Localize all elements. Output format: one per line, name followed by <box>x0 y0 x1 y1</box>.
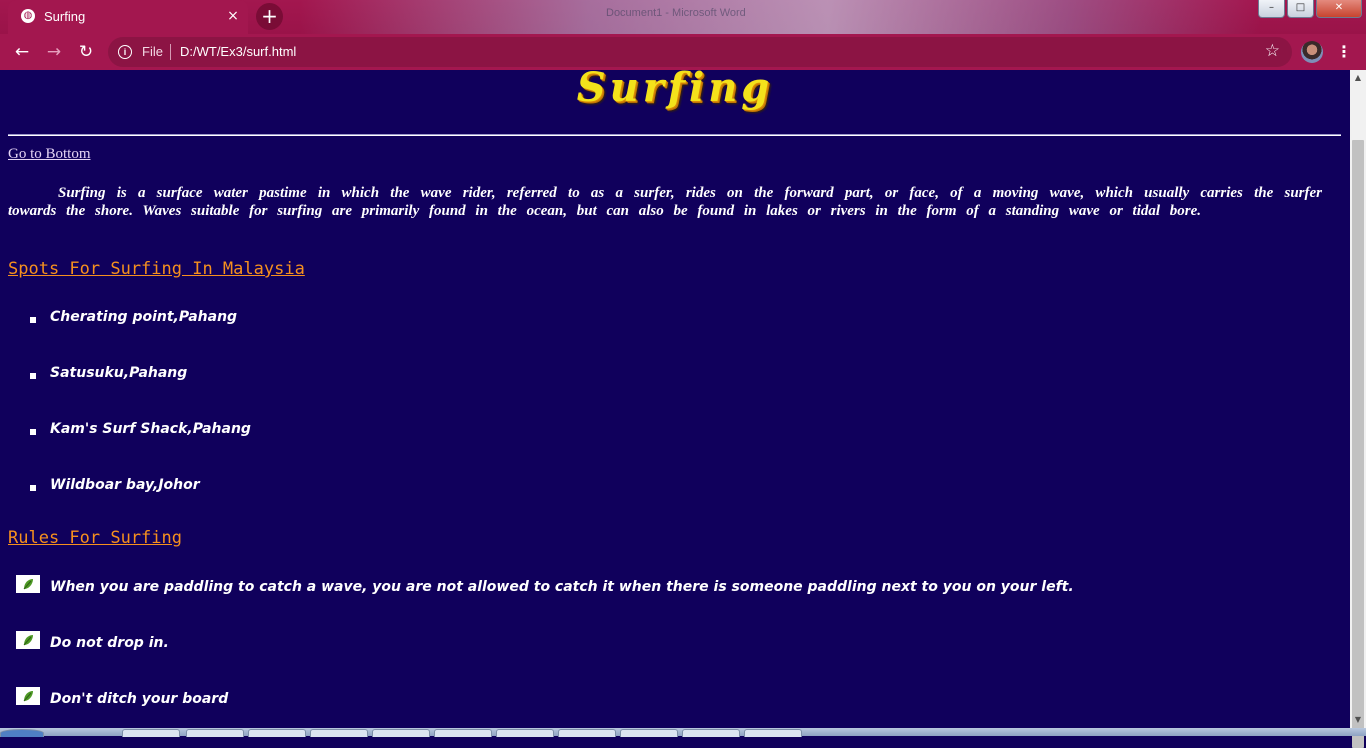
go-to-bottom-link[interactable]: Go to Bottom <box>8 146 91 163</box>
taskbar <box>0 728 1366 737</box>
background-window-title: Document1 - Microsoft Word <box>606 7 746 19</box>
list-item: Don't ditch your board <box>50 691 229 707</box>
bullet-icon <box>30 485 36 491</box>
reload-button[interactable]: ↻ <box>75 41 97 63</box>
bullet-icon <box>30 373 36 379</box>
list-item: Wildboar bay,Johor <box>50 477 200 493</box>
maximize-button[interactable]: □ <box>1287 0 1314 18</box>
leaf-bullet-icon <box>16 631 40 649</box>
tab-surfing[interactable]: ◍ Surfing × <box>8 0 248 34</box>
scroll-up-icon[interactable]: ▲ <box>1350 70 1366 86</box>
list-item: Cherating point,Pahang <box>50 309 238 325</box>
intro-paragraph: Surfing is a surface water pastime in wh… <box>8 185 1322 219</box>
profile-avatar[interactable] <box>1301 41 1323 63</box>
close-tab-icon[interactable]: × <box>224 7 242 25</box>
close-window-button[interactable]: ✕ <box>1316 0 1362 18</box>
scroll-down-icon[interactable]: ▼ <box>1350 712 1366 728</box>
divider <box>170 44 171 60</box>
toolbar: ← → ↻ i File D:/WT/Ex3/surf.html ☆ <box>0 34 1366 70</box>
list-item: When you are paddling to catch a wave, y… <box>50 579 1074 595</box>
globe-icon: ◍ <box>21 9 35 23</box>
forward-button[interactable]: → <box>43 41 65 63</box>
scrollbar-thumb[interactable] <box>1352 140 1364 748</box>
bullet-icon <box>30 317 36 323</box>
info-icon[interactable]: i <box>118 45 132 59</box>
spots-heading[interactable]: Spots For Surfing In Malaysia <box>8 259 305 279</box>
list-item: Kam's Surf Shack,Pahang <box>50 421 251 437</box>
list-item: Do not drop in. <box>50 635 169 651</box>
url-scheme: File <box>142 44 163 59</box>
back-button[interactable]: ← <box>11 41 33 63</box>
minimize-button[interactable]: – <box>1258 0 1285 18</box>
window-controls: – □ ✕ <box>1258 0 1362 18</box>
address-bar[interactable]: i File D:/WT/Ex3/surf.html ☆ <box>108 37 1292 67</box>
leaf-bullet-icon <box>16 575 40 593</box>
bullet-icon <box>30 429 36 435</box>
new-tab-button[interactable]: + <box>256 3 283 30</box>
horizontal-rule <box>8 134 1341 136</box>
leaf-bullet-icon <box>16 687 40 705</box>
window-background <box>300 0 1260 34</box>
menu-icon[interactable]: ⋮ <box>1336 41 1352 63</box>
vertical-scrollbar[interactable]: ▲ ▼ <box>1350 70 1366 748</box>
tab-title: Surfing <box>44 9 86 24</box>
list-item: Satusuku,Pahang <box>50 365 188 381</box>
page-viewport: Surfing Go to Bottom Surfing is a surfac… <box>0 70 1350 728</box>
rules-heading[interactable]: Rules For Surfing <box>8 528 182 548</box>
bookmark-star-icon[interactable]: ☆ <box>1265 41 1280 61</box>
url-text[interactable]: D:/WT/Ex3/surf.html <box>180 44 296 59</box>
tab-strip: Document1 - Microsoft Word ◍ Surfing × +… <box>0 0 1366 34</box>
page-title: Surfing <box>576 70 774 111</box>
